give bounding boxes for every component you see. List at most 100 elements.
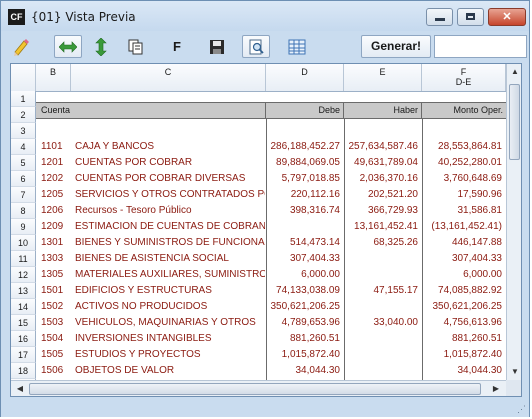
vertical-scroll-thumb[interactable] [509, 84, 520, 160]
cell-haber[interactable] [344, 267, 422, 283]
close-button[interactable]: ✕ [488, 8, 526, 26]
fit-width-button[interactable] [54, 35, 82, 58]
cell-code[interactable]: 1201 [41, 155, 71, 171]
cell-account-name[interactable]: SERVICIOS Y OTROS CONTRATADOS POR [75, 187, 265, 203]
cell-debe[interactable]: 34,044.30 [266, 363, 344, 379]
row-header[interactable]: 13 [11, 283, 36, 299]
vertical-scrollbar[interactable]: ▲ ▼ [506, 64, 521, 380]
cell-code[interactable]: 1502 [41, 299, 71, 315]
cell-debe[interactable]: 286,188,452.27 [266, 139, 344, 155]
fit-height-button[interactable] [87, 35, 115, 58]
cell-code[interactable]: 1503 [41, 315, 71, 331]
resize-grip-icon[interactable]: ⋰ [517, 404, 526, 415]
cell-code[interactable]: 1305 [41, 267, 71, 283]
cell-haber[interactable] [344, 347, 422, 363]
cell-debe[interactable]: 398,316.74 [266, 203, 344, 219]
cell-debe[interactable]: 350,621,206.25 [266, 299, 344, 315]
cell-debe[interactable]: 514,473.14 [266, 235, 344, 251]
cell-debe[interactable]: 220,112.16 [266, 187, 344, 203]
cell-debe[interactable]: 74,133,038.09 [266, 283, 344, 299]
cell-haber[interactable]: 49,631,789.04 [344, 155, 422, 171]
cell-monto[interactable]: 1,015,872.40 [422, 347, 506, 363]
cell-monto[interactable]: 40,252,280.01 [422, 155, 506, 171]
cell-account-name[interactable]: MATERIALES AUXILIARES, SUMINISTROS Y [75, 267, 265, 283]
row-header[interactable]: 4 [11, 139, 36, 155]
cell-debe[interactable]: 4,789,653.96 [266, 315, 344, 331]
cell-monto[interactable]: 350,621,206.25 [422, 299, 506, 315]
save-button[interactable] [203, 35, 231, 58]
cell-haber[interactable]: 13,161,452.41 [344, 219, 422, 235]
cell-code[interactable]: 1504 [41, 331, 71, 347]
cell-code[interactable]: 1205 [41, 187, 71, 203]
cell-account-name[interactable]: EDIFICIOS Y ESTRUCTURAS [75, 283, 265, 299]
cell-monto[interactable]: 3,760,648.69 [422, 171, 506, 187]
scroll-up-icon[interactable]: ▲ [507, 67, 521, 76]
column-header-f[interactable]: F D-E [422, 64, 506, 91]
cell-monto[interactable]: 34,044.30 [422, 363, 506, 379]
cell-debe[interactable]: 881,260.51 [266, 331, 344, 347]
row-header[interactable]: 17 [11, 347, 36, 363]
cell-account-name[interactable]: ESTUDIOS Y PROYECTOS [75, 347, 265, 363]
cell-monto[interactable]: 28,553,864.81 [422, 139, 506, 155]
cell-code[interactable]: 1505 [41, 347, 71, 363]
horizontal-scroll-thumb[interactable] [29, 383, 481, 395]
edit-button[interactable] [7, 35, 35, 58]
cell-account-name[interactable]: Recursos - Tesoro Público [75, 203, 265, 219]
row-header[interactable]: 18 [11, 363, 36, 379]
cell-haber[interactable] [344, 363, 422, 379]
cell-account-name[interactable]: VEHICULOS, MAQUINARIAS Y OTROS [75, 315, 265, 331]
cell-debe[interactable]: 89,884,069.05 [266, 155, 344, 171]
cell-monto[interactable]: 446,147.88 [422, 235, 506, 251]
row-header[interactable]: 6 [11, 171, 36, 187]
row-header[interactable]: 3 [11, 123, 36, 139]
horizontal-scrollbar[interactable]: ◀ ▶ [11, 380, 506, 396]
cell-account-name[interactable]: CAJA Y BANCOS [75, 139, 265, 155]
row-header[interactable]: 15 [11, 315, 36, 331]
cell-haber[interactable]: 47,155.17 [344, 283, 422, 299]
print-preview-button[interactable] [242, 35, 270, 58]
cell-monto[interactable]: 307,404.33 [422, 251, 506, 267]
cell-haber[interactable] [344, 299, 422, 315]
cell-haber[interactable]: 257,634,587.46 [344, 139, 422, 155]
minimize-button[interactable] [426, 8, 453, 26]
cell-account-name[interactable]: CUENTAS POR COBRAR [75, 155, 265, 171]
toolbar-input[interactable] [434, 35, 527, 58]
copy-button[interactable] [122, 35, 150, 58]
cell-debe[interactable]: 6,000.00 [266, 267, 344, 283]
cell-debe[interactable]: 1,015,872.40 [266, 347, 344, 363]
cell-debe[interactable]: 307,404.33 [266, 251, 344, 267]
column-header-d[interactable]: D [266, 64, 344, 91]
scroll-down-icon[interactable]: ▼ [507, 367, 521, 376]
cell-monto[interactable]: 4,756,613.96 [422, 315, 506, 331]
cell-monto[interactable]: (13,161,452.41) [422, 219, 506, 235]
cell-haber[interactable]: 68,325.26 [344, 235, 422, 251]
cell-debe[interactable] [266, 219, 344, 235]
row-header[interactable]: 1 [11, 91, 36, 107]
cell-code[interactable]: 1209 [41, 219, 71, 235]
generate-button[interactable]: Generar! [361, 35, 431, 58]
cell-monto[interactable]: 6,000.00 [422, 267, 506, 283]
cell-code[interactable]: 1506 [41, 363, 71, 379]
cell-account-name[interactable]: OBJETOS DE VALOR [75, 363, 265, 379]
row-header[interactable]: 7 [11, 187, 36, 203]
cell-haber[interactable]: 33,040.00 [344, 315, 422, 331]
cell-code[interactable]: 1202 [41, 171, 71, 187]
cell-haber[interactable] [344, 251, 422, 267]
cell-account-name[interactable]: ACTIVOS NO PRODUCIDOS [75, 299, 265, 315]
row-header[interactable]: 9 [11, 219, 36, 235]
column-header-b[interactable]: B [36, 64, 71, 91]
row-header[interactable]: 11 [11, 251, 36, 267]
cell-account-name[interactable]: BIENES DE ASISTENCIA SOCIAL [75, 251, 265, 267]
row-header[interactable]: 12 [11, 267, 36, 283]
column-header-c[interactable]: C [71, 64, 266, 91]
cell-account-name[interactable]: INVERSIONES INTANGIBLES [75, 331, 265, 347]
row-header[interactable]: 16 [11, 331, 36, 347]
row-header[interactable]: 8 [11, 203, 36, 219]
cell-code[interactable]: 1206 [41, 203, 71, 219]
cell-haber[interactable]: 202,521.20 [344, 187, 422, 203]
cell-debe[interactable]: 5,797,018.85 [266, 171, 344, 187]
cell-monto[interactable]: 17,590.96 [422, 187, 506, 203]
cell-monto[interactable]: 31,586.81 [422, 203, 506, 219]
title-bar[interactable]: CF {01} Vista Previa ✕ [1, 1, 529, 31]
select-all-corner[interactable] [11, 64, 36, 91]
